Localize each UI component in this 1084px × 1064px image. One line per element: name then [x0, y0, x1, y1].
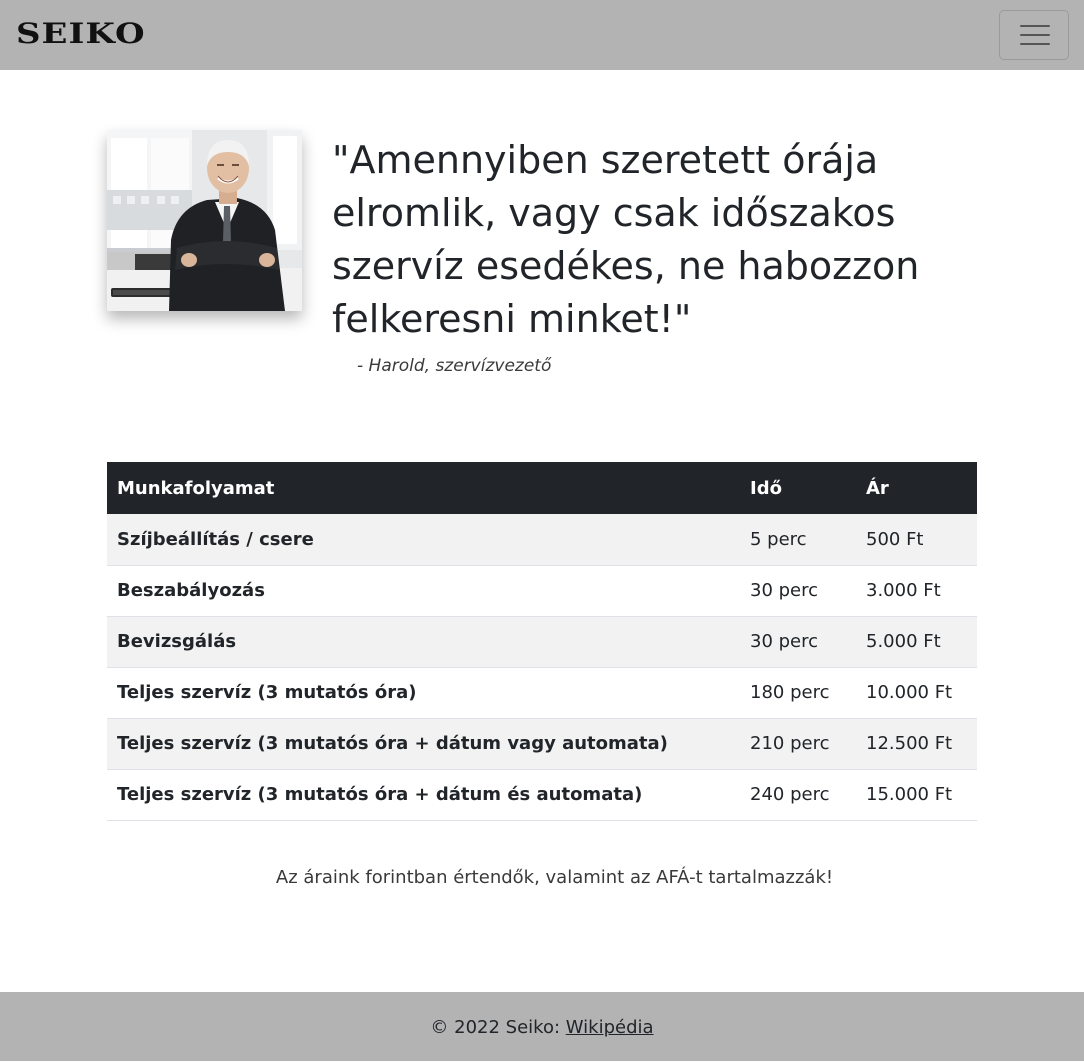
table-row: Teljes szervíz (3 mutatós óra) 180 perc …	[107, 667, 977, 719]
task-cell: Teljes szervíz (3 mutatós óra)	[107, 667, 740, 719]
table-row: Beszabályozás 30 perc 3.000 Ft	[107, 565, 977, 617]
brand-logo[interactable]: SEIKO	[16, 20, 146, 48]
task-cell: Szíjbeállítás / csere	[107, 514, 740, 566]
table-row: Bevizsgálás 30 perc 5.000 Ft	[107, 616, 977, 668]
price-cell: 12.500 Ft	[856, 718, 977, 770]
header-time: Idő	[740, 462, 856, 514]
table-header-row: Munkafolyamat Idő Ár	[107, 462, 977, 514]
price-cell: 10.000 Ft	[856, 667, 977, 719]
time-cell: 5 perc	[740, 514, 856, 566]
footer: © 2022 Seiko: Wikipédia	[0, 992, 1084, 1061]
task-cell: Teljes szervíz (3 mutatós óra + dátum va…	[107, 718, 740, 770]
menu-toggle-button[interactable]	[999, 10, 1069, 60]
table-row: Szíjbeállítás / csere 5 perc 500 Ft	[107, 514, 977, 566]
time-cell: 30 perc	[740, 616, 856, 668]
time-cell: 30 perc	[740, 565, 856, 617]
time-cell: 180 perc	[740, 667, 856, 719]
price-cell: 15.000 Ft	[856, 769, 977, 821]
task-cell: Teljes szervíz (3 mutatós óra + dátum és…	[107, 769, 740, 821]
time-cell: 240 perc	[740, 769, 856, 821]
price-table: Munkafolyamat Idő Ár Szíjbeállítás / cse…	[107, 462, 977, 821]
price-cell: 5.000 Ft	[856, 616, 977, 668]
task-cell: Beszabályozás	[107, 565, 740, 617]
staff-photo	[107, 130, 302, 311]
price-cell: 500 Ft	[856, 514, 977, 566]
wikipedia-link[interactable]: Wikipédia	[566, 1017, 654, 1038]
testimonial-author: - Harold, szervízvezető	[357, 356, 552, 376]
navbar: SEIKO	[0, 0, 1084, 70]
header-price: Ár	[856, 462, 977, 514]
table-row: Teljes szervíz (3 mutatós óra + dátum és…	[107, 769, 977, 821]
task-cell: Bevizsgálás	[107, 616, 740, 668]
price-note: Az áraink forintban értendők, valamint a…	[275, 867, 834, 888]
header-task: Munkafolyamat	[107, 462, 740, 514]
testimonial-quote: "Amennyiben szeretett órája elromlik, va…	[332, 138, 920, 341]
table-row: Teljes szervíz (3 mutatós óra + dátum va…	[107, 718, 977, 770]
price-cell: 3.000 Ft	[856, 565, 977, 617]
time-cell: 210 perc	[740, 718, 856, 770]
footer-copyright: © 2022 Seiko:	[430, 1017, 566, 1038]
